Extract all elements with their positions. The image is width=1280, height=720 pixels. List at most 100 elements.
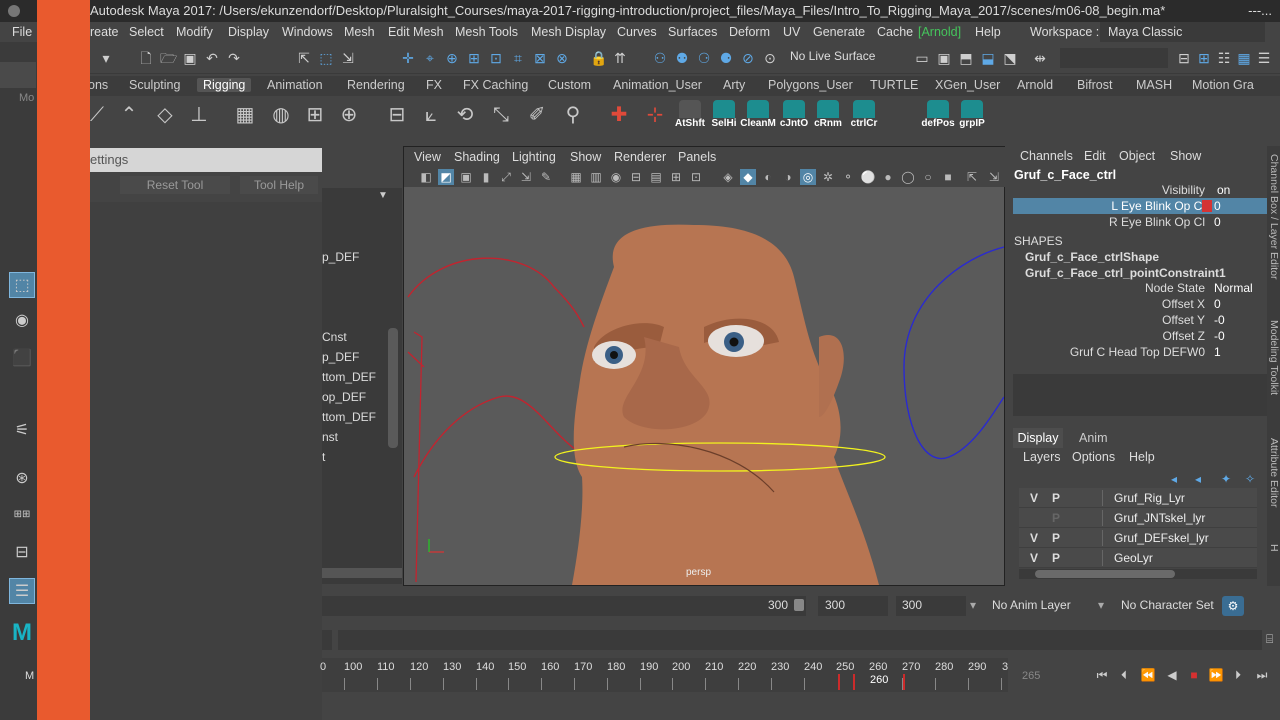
layer-row[interactable]: V P GeoLyr — [1019, 548, 1257, 568]
menu-create[interactable]: reate — [90, 22, 119, 42]
io2-icon[interactable]: ⚈ — [718, 50, 734, 66]
ik-handle-icon[interactable]: ⌃ — [116, 102, 142, 128]
xray-icon[interactable]: ◆ — [740, 169, 756, 185]
construction-icon[interactable]: ⚉ — [674, 50, 690, 66]
backface-icon[interactable]: ◑ — [780, 169, 796, 185]
scale-constraint-icon[interactable]: ⤡ — [488, 102, 514, 128]
outliner-item[interactable]: p_DEF — [322, 350, 359, 364]
hypershade-icon[interactable]: ⬔ — [1002, 50, 1018, 66]
panel-layout-1-icon[interactable]: ⊟ — [1176, 50, 1192, 66]
panel-layout-4-icon[interactable]: ▦ — [1236, 50, 1252, 66]
magnet-icon[interactable]: ⊙ — [762, 50, 778, 66]
textured-icon[interactable]: ▤ — [648, 169, 664, 185]
channel-menu-object[interactable]: Object — [1119, 146, 1155, 166]
joint-locator-icon[interactable]: ⊹ — [642, 102, 668, 128]
channel-row[interactable]: R Eye Blink Op Cl 0 — [1013, 214, 1267, 230]
time-slider-track[interactable]: 0 100 110 120 130 140 150 160 170 180 19… — [320, 658, 1008, 692]
outliner-item[interactable]: p_DEF — [322, 250, 359, 264]
select-camera-icon[interactable]: ⇱ — [964, 169, 980, 185]
menu-deform[interactable]: Deform — [729, 22, 770, 42]
cmd-lang-toggle[interactable] — [322, 630, 332, 650]
undo-icon[interactable]: ↶ — [204, 50, 220, 66]
render-settings-icon[interactable]: ⬓ — [980, 50, 996, 66]
viewport-menu-shading[interactable]: Shading — [454, 147, 500, 167]
current-frame-marker[interactable]: 260 — [870, 674, 888, 686]
layer-row[interactable]: P Gruf_JNTskel_lyr — [1019, 508, 1257, 528]
aim-constraint-icon[interactable]: ✐ — [524, 102, 550, 128]
command-input[interactable] — [338, 630, 1262, 650]
mode-menu-button[interactable] — [0, 62, 36, 88]
pick-icon[interactable]: ⇈ — [612, 50, 628, 66]
tab-h[interactable]: H — [1267, 544, 1280, 552]
channel-menu-channels[interactable]: Channels — [1020, 146, 1073, 166]
channel-menu-edit[interactable]: Edit — [1084, 146, 1106, 166]
layer-color-swatch[interactable] — [1069, 530, 1103, 546]
snap-grid-icon[interactable]: ✛ — [400, 50, 416, 66]
tab-turtle[interactable]: TURTLE — [870, 78, 918, 92]
hud-icon[interactable]: ● — [880, 169, 896, 185]
tool-help-button[interactable]: Tool Help — [240, 176, 318, 194]
go-to-start-icon[interactable]: ⏮ — [1094, 667, 1110, 683]
outliner-layout-icon[interactable]: ☰ — [9, 578, 35, 604]
tab-fx-caching[interactable]: FX Caching — [463, 78, 528, 92]
channel-row[interactable]: Visibility on — [1013, 182, 1267, 198]
paint-weights-icon[interactable]: ◍ — [268, 102, 294, 128]
wireframe-icon[interactable]: ▥ — [588, 169, 604, 185]
grid-icon[interactable]: ▦ — [568, 169, 584, 185]
menu-mesh-tools[interactable]: Mesh Tools — [455, 22, 518, 42]
expand-icon[interactable]: ⇲ — [986, 169, 1002, 185]
layer-hscrollbar[interactable] — [1019, 569, 1257, 579]
menu-cache[interactable]: Cache — [877, 22, 913, 42]
select-object-icon[interactable]: ⬚ — [318, 50, 334, 66]
outliner-item[interactable]: op_DEF — [322, 390, 366, 404]
tab-xgen-user[interactable]: XGen_User — [935, 78, 1000, 92]
panel-layout-2-icon[interactable]: ⊞ — [1196, 50, 1212, 66]
cluster-icon[interactable]: ⊕ — [336, 102, 362, 128]
layer-color-swatch[interactable] — [1069, 550, 1103, 566]
range-slider[interactable] — [322, 596, 806, 616]
ipr-render-icon[interactable]: ⬒ — [958, 50, 974, 66]
outliner-item[interactable]: ttom_DEF — [322, 370, 376, 384]
locator-icon[interactable]: ✚ — [606, 102, 632, 128]
snap-view-icon[interactable]: ⊞ — [466, 50, 482, 66]
channel-menu-show[interactable]: Show — [1170, 146, 1201, 166]
move-layer-down-icon[interactable]: ◂ — [1195, 472, 1201, 486]
outliner-hscrollbar[interactable] — [322, 568, 402, 578]
skin-bind-icon[interactable]: ▦ — [232, 102, 258, 128]
input-line-field[interactable] — [1060, 48, 1168, 68]
custom-shelf-button-atshft[interactable]: AtShft — [674, 100, 706, 132]
reset-tool-button[interactable]: Reset Tool — [120, 176, 230, 194]
current-frame-field[interactable]: 265 — [1022, 670, 1040, 682]
paint-select-icon[interactable]: ⬛ — [9, 346, 35, 372]
layer-color-swatch[interactable] — [1069, 490, 1103, 506]
menu-surfaces[interactable]: Surfaces — [668, 22, 717, 42]
panel-layout-3-icon[interactable]: ☷ — [1216, 50, 1232, 66]
outliner-item[interactable]: Cnst — [322, 330, 347, 344]
lattice-icon[interactable]: ⊞ — [302, 102, 328, 128]
outliner-scroll-thumb[interactable] — [388, 328, 398, 448]
menu-uv[interactable]: UV — [783, 22, 800, 42]
layer-menu-options[interactable]: Options — [1072, 450, 1115, 464]
isolate-icon[interactable]: ◈ — [720, 169, 736, 185]
scale-tool-icon[interactable]: ⊞⊞ — [9, 502, 35, 528]
constraint-node[interactable]: Gruf_c_Face_ctrl_pointConstraint1 — [1025, 266, 1226, 280]
layer-hscroll-thumb[interactable] — [1035, 570, 1175, 578]
snap-magnet-icon[interactable]: ⊗ — [554, 50, 570, 66]
gate-mask-icon[interactable]: ✎ — [538, 169, 554, 185]
custom-shelf-button-cleanm[interactable]: CleanM — [740, 100, 776, 132]
new-layer-selected-icon[interactable]: ✧ — [1245, 472, 1255, 486]
play-backwards-icon[interactable]: ◀ — [1164, 667, 1180, 683]
viewport-menu-lighting[interactable]: Lighting — [512, 147, 556, 167]
tab-anim-layers[interactable]: Anim — [1079, 428, 1107, 448]
parent-constraint-icon[interactable]: ⊟ — [384, 102, 410, 128]
io3-icon[interactable]: ⊘ — [740, 50, 756, 66]
menu-mesh-display[interactable]: Mesh Display — [531, 22, 606, 42]
outliner-item[interactable]: t — [322, 450, 325, 464]
shape-node[interactable]: Gruf_c_Face_ctrlShape — [1025, 250, 1159, 264]
custom-shelf-button-grpip[interactable]: grpIP — [956, 100, 988, 132]
redo-icon[interactable]: ↷ — [226, 50, 242, 66]
save-scene-icon[interactable]: ▣ — [182, 50, 198, 66]
outliner-item[interactable]: nst — [322, 430, 338, 444]
custom-shelf-button-selhi[interactable]: SelHi — [708, 100, 740, 132]
antialias-icon[interactable]: ⚬ — [840, 169, 856, 185]
